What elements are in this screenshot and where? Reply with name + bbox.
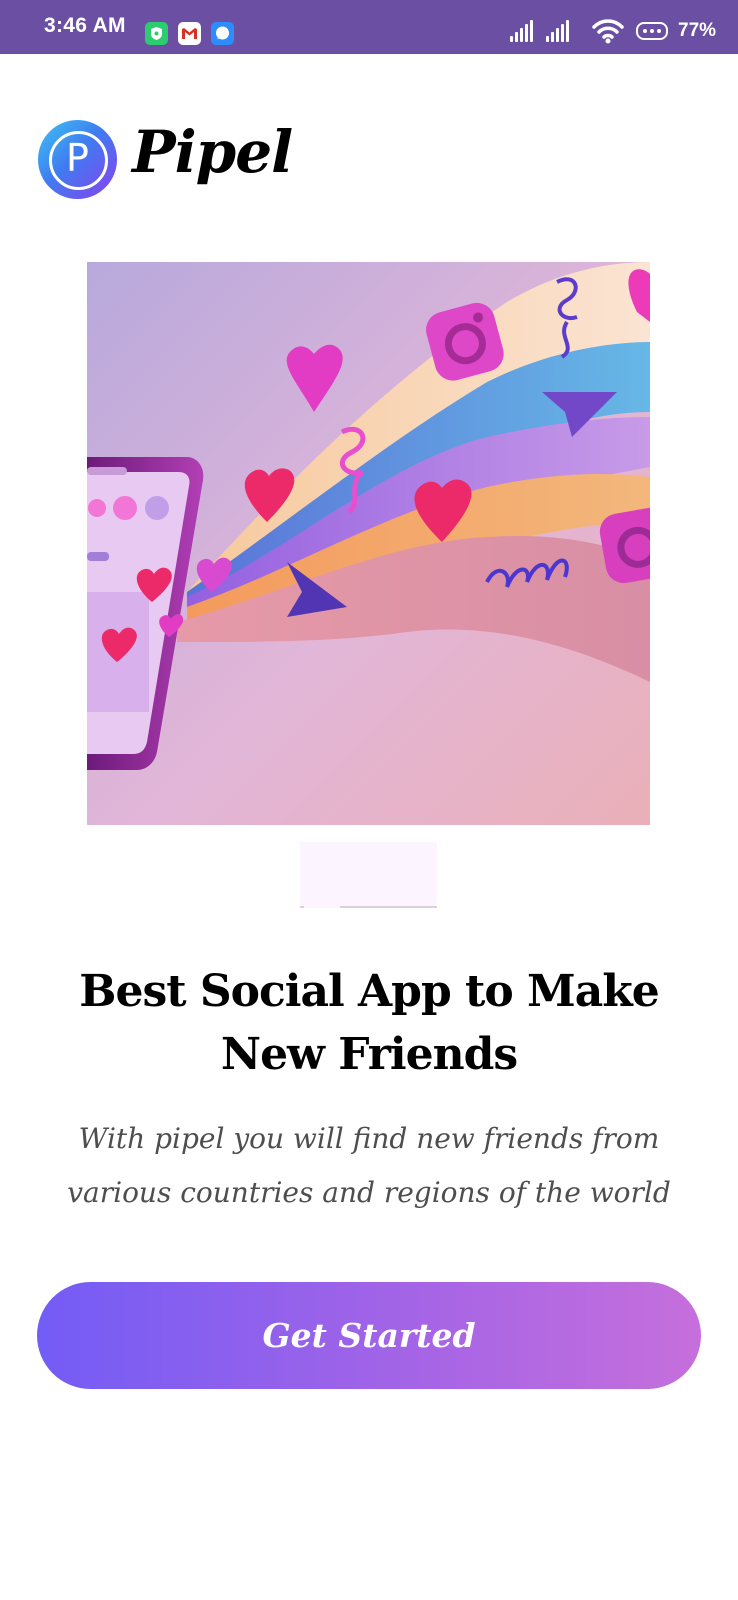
onboarding-description: With pipel you will find new friends fro…: [67, 1122, 671, 1209]
gmail-icon: [178, 22, 201, 45]
battery-icon: [636, 22, 668, 40]
signal-icon: [510, 20, 534, 42]
onboarding-title: Best Social App to Make New Friends: [79, 966, 659, 1080]
page-indicator: [300, 842, 437, 908]
hero-illustration: [87, 262, 650, 825]
pipel-logo-icon: P: [38, 120, 117, 199]
message-icon: [211, 22, 234, 45]
battery-percentage: 77%: [678, 20, 717, 41]
shield-icon: [145, 22, 168, 45]
app-name: Pipel: [132, 118, 293, 186]
status-time: 3:46 AM: [44, 14, 126, 37]
status-bar: 3:46 AM 77%: [0, 0, 738, 54]
wifi-icon: [592, 18, 624, 48]
logo-letter: P: [66, 136, 89, 180]
get-started-button[interactable]: Get Started: [37, 1282, 701, 1389]
signal-icon: [546, 20, 570, 42]
